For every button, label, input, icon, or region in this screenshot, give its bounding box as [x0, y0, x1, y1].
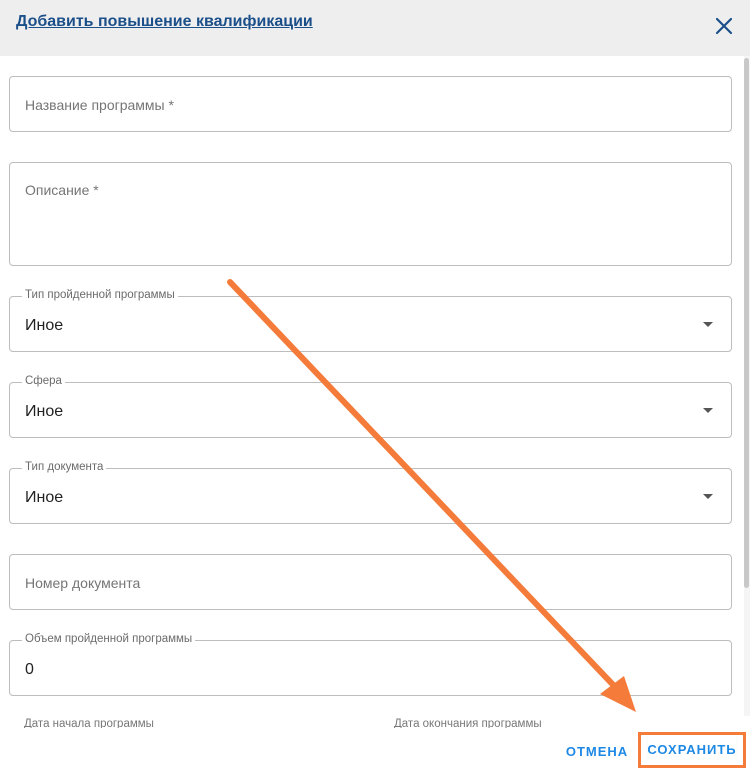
program-type-label: Тип пройденной программы [22, 289, 178, 301]
program-type-select[interactable]: Тип пройденной программы Иное [9, 289, 732, 352]
close-button[interactable] [712, 14, 736, 38]
cancel-button[interactable]: ОТМЕНА [565, 744, 629, 759]
start-date-label: Дата начала программы [24, 718, 154, 728]
chevron-down-icon[interactable] [703, 408, 713, 413]
date-fields-row: Дата начала программы Дата окончания про… [0, 716, 750, 728]
scrollbar-thumb[interactable] [744, 58, 749, 588]
document-type-select[interactable]: Тип документа Иное [9, 461, 732, 524]
program-name-field[interactable]: Название программы * [9, 76, 732, 132]
program-volume-field[interactable]: Объем пройденной программы 0 [9, 633, 732, 696]
program-type-value: Иное [25, 317, 64, 334]
end-date-label: Дата окончания программы [394, 718, 542, 728]
document-type-label: Тип документа [22, 461, 107, 473]
sphere-value: Иное [25, 403, 64, 420]
program-name-placeholder: Название программы * [25, 97, 174, 113]
program-volume-label: Объем пройденной программы [22, 633, 196, 645]
chevron-down-icon[interactable] [703, 322, 713, 327]
document-number-field[interactable]: Номер документа [9, 554, 732, 610]
document-type-value: Иное [25, 489, 64, 506]
sphere-label: Сфера [22, 375, 65, 387]
chevron-down-icon[interactable] [703, 494, 713, 499]
close-icon [715, 17, 733, 35]
program-volume-value: 0 [25, 661, 34, 678]
dialog-title: Добавить повышение квалификации [16, 13, 313, 30]
description-placeholder: Описание * [25, 182, 99, 198]
sphere-select[interactable]: Сфера Иное [9, 375, 732, 438]
description-field[interactable]: Описание * [9, 162, 732, 266]
save-button[interactable]: СОХРАНИТЬ [638, 732, 746, 768]
document-number-placeholder: Номер документа [25, 575, 141, 591]
dialog-header: Добавить повышение квалификации [0, 0, 750, 56]
